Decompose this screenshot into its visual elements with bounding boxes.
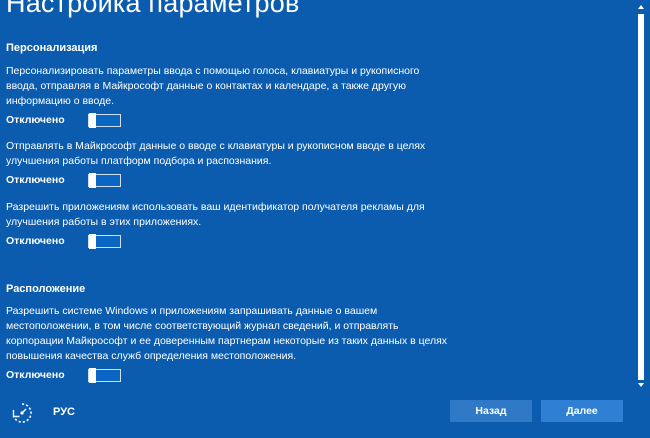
settings-content: Персонализация Персонализировать парамет…: [6, 40, 451, 383]
toggle-knob: [89, 367, 96, 383]
setting-description: Отправлять в Майкрософт данные о вводе с…: [6, 140, 426, 167]
section-heading-personalization: Персонализация: [6, 42, 98, 54]
toggle-knob: [89, 112, 96, 128]
chevron-down-icon[interactable]: [638, 382, 644, 390]
toggle-switch[interactable]: [88, 112, 121, 128]
toggle-state-label: Отключено: [6, 235, 65, 247]
chevron-up-icon[interactable]: [638, 4, 644, 12]
setting-description: Разрешить приложениям использовать ваш и…: [6, 201, 425, 228]
page-title: Настройка параметров: [6, 0, 300, 18]
toggle-switch[interactable]: [88, 367, 121, 383]
toggle-switch[interactable]: [88, 233, 121, 249]
setting-toggle-row: Отключено: [6, 367, 451, 383]
scrollbar-thumb[interactable]: [638, 14, 644, 380]
toggle-state-label: Отключено: [6, 369, 65, 381]
bottom-bar: РУС Назад Далее: [0, 392, 650, 438]
toggle-knob: [89, 233, 96, 249]
setting-toggle-row: Отключено: [6, 172, 451, 188]
ease-of-access-icon[interactable]: [10, 401, 34, 425]
setting-description: Разрешить системе Windows и приложениям …: [6, 305, 448, 362]
setting-toggle-row: Отключено: [6, 112, 451, 128]
next-button[interactable]: Далее: [541, 400, 623, 422]
setting-description: Персонализировать параметры ввода с помо…: [6, 65, 420, 107]
toggle-knob: [89, 172, 96, 188]
setting-toggle-row: Отключено: [6, 233, 451, 249]
language-indicator[interactable]: РУС: [53, 406, 75, 418]
toggle-state-label: Отключено: [6, 114, 65, 126]
section-heading-location: Расположение: [6, 283, 86, 295]
toggle-switch[interactable]: [88, 172, 121, 188]
toggle-state-label: Отключено: [6, 174, 65, 186]
back-button[interactable]: Назад: [450, 400, 532, 422]
